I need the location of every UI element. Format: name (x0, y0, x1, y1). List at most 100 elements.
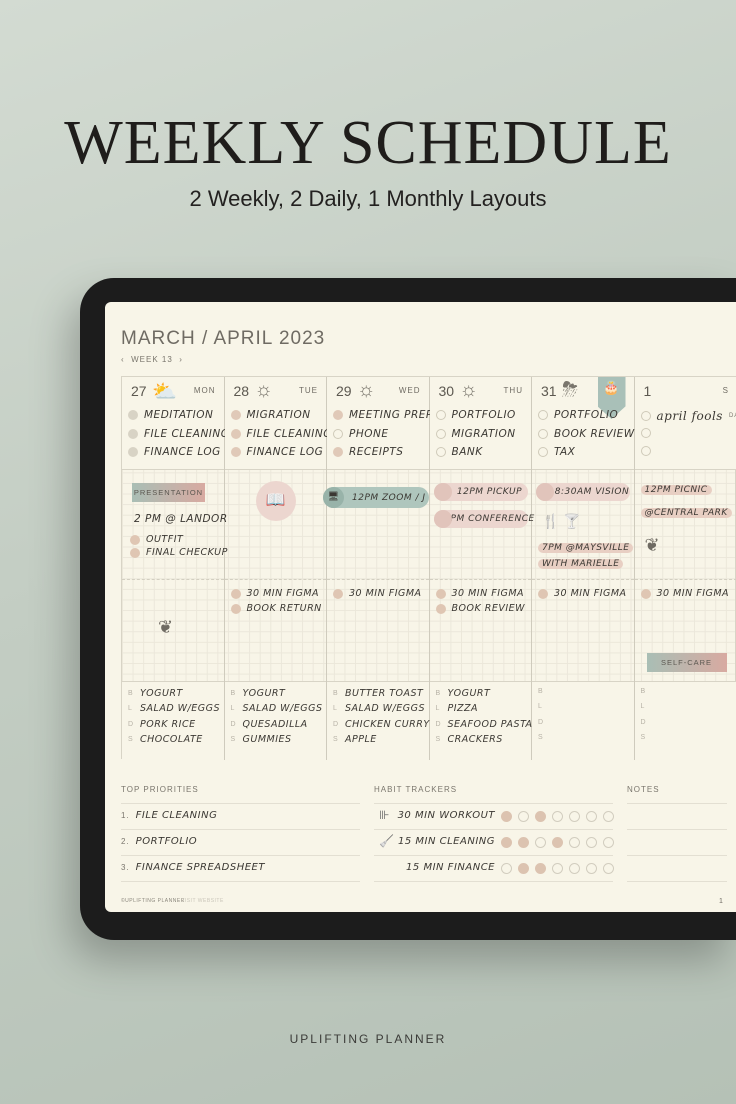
meal-row[interactable]: L SALAD W/EGGS (231, 703, 323, 714)
meal-row[interactable]: B YOGURT (128, 688, 183, 699)
meal-row[interactable]: B YOGURT (436, 688, 491, 699)
event-pill[interactable]: 8:30AM VISION (536, 483, 630, 501)
habit-checkbox[interactable] (569, 811, 580, 822)
day-date[interactable]: 29 (336, 383, 352, 399)
task-checkbox[interactable] (435, 410, 446, 420)
task-item[interactable]: FINANCE LOG (230, 446, 324, 458)
task-item[interactable]: PORTFOLIO (538, 409, 618, 421)
task-checkbox[interactable] (435, 447, 446, 457)
habit-checkbox[interactable] (586, 837, 597, 848)
task-item[interactable]: FILE CLEANING (128, 428, 229, 440)
meal-row[interactable]: S (641, 734, 653, 741)
afternoon-item[interactable]: 30 MIN FIGMA (640, 588, 730, 599)
task-item[interactable]: april fools DAY (640, 409, 736, 423)
event-pill[interactable]: 12PM PICKUP (433, 483, 528, 501)
meal-row[interactable]: B YOGURT (231, 688, 286, 699)
task-item[interactable] (640, 446, 657, 456)
habit-checkbox[interactable] (586, 863, 597, 874)
event-item[interactable]: OUTFIT (130, 534, 183, 545)
book-icon[interactable]: 📖 (255, 481, 296, 521)
task-checkbox[interactable] (640, 427, 651, 438)
task-item[interactable]: BANK (435, 446, 483, 458)
task-item[interactable]: PORTFOLIO (435, 409, 516, 421)
priority-item[interactable]: 1. FILE CLEANING (121, 810, 217, 821)
task-checkbox[interactable] (230, 410, 241, 420)
task-item[interactable]: RECEIPTS (333, 446, 403, 458)
task-checkbox[interactable] (128, 447, 138, 457)
habit-checkbox[interactable] (518, 863, 529, 874)
meal-row[interactable]: D SEAFOOD PASTA (436, 719, 533, 730)
meal-row[interactable]: D (538, 719, 550, 726)
afternoon-item[interactable]: 30 MIN FIGMA (435, 588, 525, 599)
task-item[interactable]: PHONE (333, 428, 388, 440)
footer-link[interactable]: VISIT WEBSITE (181, 898, 224, 904)
habit-checkbox[interactable] (603, 837, 614, 848)
task-checkbox[interactable] (538, 410, 548, 420)
task-checkbox[interactable] (640, 446, 651, 456)
meal-row[interactable]: L SALAD W/EGGS (128, 703, 220, 714)
habit-checkbox[interactable] (535, 863, 546, 874)
task-checkbox[interactable] (640, 411, 651, 421)
event-text[interactable]: 2 PM @ LANDOR (134, 513, 228, 525)
priority-item[interactable]: 3. FINANCE SPREADSHEET (121, 862, 265, 873)
meal-row[interactable]: L SALAD W/EGGS (333, 703, 425, 714)
habit-checkbox[interactable] (569, 863, 580, 874)
task-checkbox[interactable] (128, 410, 138, 420)
meal-row[interactable]: L PIZZA (436, 703, 479, 714)
task-item[interactable] (640, 427, 657, 438)
habit-checkbox[interactable] (518, 811, 529, 822)
habit-checkbox[interactable] (552, 837, 563, 848)
meal-row[interactable]: D CHICKEN CURRY (333, 719, 430, 730)
meal-row[interactable]: D (641, 719, 653, 726)
event-highlight[interactable]: 12PM PICNIC (640, 485, 712, 495)
event-tag[interactable]: PRESENTATION (132, 483, 205, 502)
task-item[interactable]: MEDITATION (128, 409, 213, 421)
day-date[interactable]: 1 (644, 383, 652, 399)
afternoon-item[interactable]: 30 MIN FIGMA (538, 588, 627, 599)
prev-week-button[interactable]: ‹ (121, 355, 125, 364)
task-checkbox[interactable] (230, 447, 241, 457)
day-date[interactable]: 30 (439, 383, 455, 399)
event-pill[interactable]: 2PM CONFERENCE (433, 510, 534, 528)
task-item[interactable]: MIGRATION (230, 409, 311, 421)
meal-row[interactable]: L (641, 703, 653, 710)
task-item[interactable]: FILE CLEANING (230, 428, 332, 440)
meal-row[interactable]: S GUMMIES (231, 734, 292, 745)
meal-row[interactable]: S CHOCOLATE (128, 734, 203, 745)
habit-checkbox[interactable] (535, 837, 546, 848)
habit-checkbox[interactable] (552, 811, 563, 822)
task-checkbox[interactable] (333, 428, 343, 439)
meal-row[interactable]: S (538, 734, 550, 741)
habit-checkbox[interactable] (603, 811, 614, 822)
habit-checkbox[interactable] (518, 837, 529, 848)
meal-row[interactable]: D PORK RICE (128, 719, 196, 730)
meal-row[interactable]: B (538, 688, 550, 695)
meal-row[interactable]: L (538, 703, 550, 710)
meal-row[interactable]: B BUTTER TOAST (333, 688, 423, 699)
task-item[interactable]: BOOK REVIEW (538, 428, 635, 440)
afternoon-item[interactable]: 30 MIN FIGMA (333, 588, 422, 599)
task-checkbox[interactable] (435, 428, 446, 439)
day-date[interactable]: 28 (234, 383, 250, 399)
task-checkbox[interactable] (333, 410, 343, 420)
meal-row[interactable]: D QUESADILLA (231, 719, 308, 730)
habit-checkbox[interactable] (501, 863, 512, 874)
meal-row[interactable]: B (641, 688, 653, 695)
task-item[interactable]: MEETING PREP (333, 409, 433, 421)
event-tag[interactable]: SELF-CARE (646, 653, 727, 672)
task-item[interactable]: MIGRATION (435, 428, 516, 440)
day-date[interactable]: 27 (131, 383, 147, 399)
priority-item[interactable]: 2. PORTFOLIO (121, 836, 197, 847)
next-week-button[interactable]: › (179, 355, 183, 364)
task-checkbox[interactable] (538, 428, 548, 439)
task-checkbox[interactable] (538, 447, 548, 457)
task-item[interactable]: TAX (538, 446, 575, 458)
habit-checkbox[interactable] (552, 863, 563, 874)
event-highlight[interactable]: @CENTRAL PARK (640, 508, 732, 518)
habit-checkbox[interactable] (603, 863, 614, 874)
task-item[interactable]: FINANCE LOG (128, 446, 221, 458)
habit-checkbox[interactable] (501, 811, 512, 822)
event-highlight[interactable]: WITH MARIELLE (538, 559, 624, 569)
day-date[interactable]: 31 (541, 383, 557, 399)
habit-checkbox[interactable] (535, 811, 546, 822)
